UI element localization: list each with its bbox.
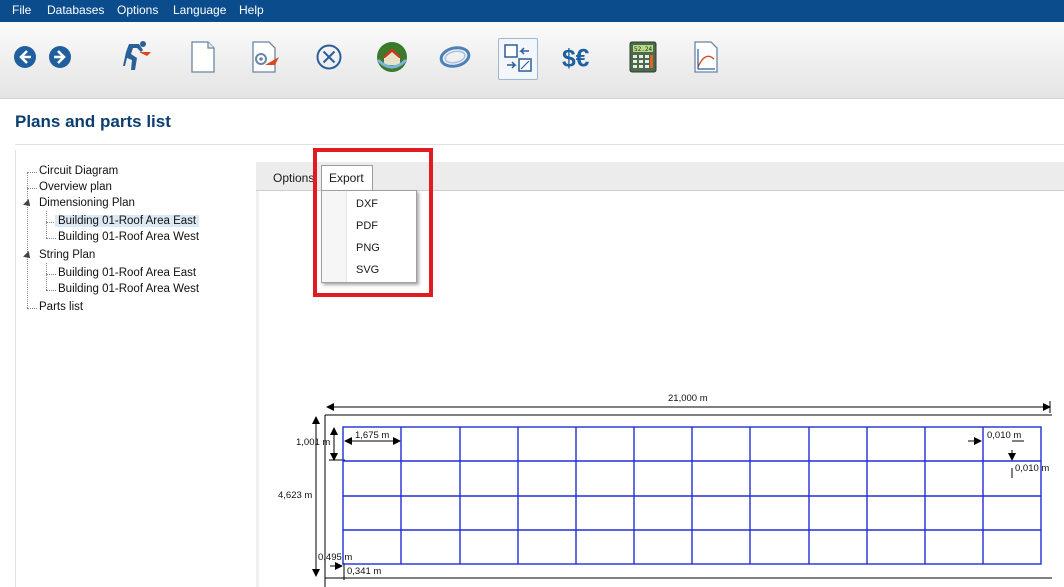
dim-gap-vertical: 0,010 m	[1015, 463, 1050, 474]
frame-lines	[324, 414, 1052, 587]
highlight-box	[313, 148, 433, 297]
dim-bottom-offset: 0,495 m	[318, 552, 353, 563]
dim-gap-horizontal: 0,010 m	[987, 430, 1022, 441]
dimension-drawing	[312, 401, 1052, 587]
dim-module-width: 1,675 m	[355, 430, 390, 441]
dim-row-height: 1,001 m	[296, 437, 331, 448]
module-grid	[342, 426, 1042, 565]
dim-total-height: 4,623 m	[278, 490, 313, 501]
dim-total-width: 21,000 m	[668, 393, 708, 404]
dim-left-offset: 0,341 m	[347, 566, 382, 577]
